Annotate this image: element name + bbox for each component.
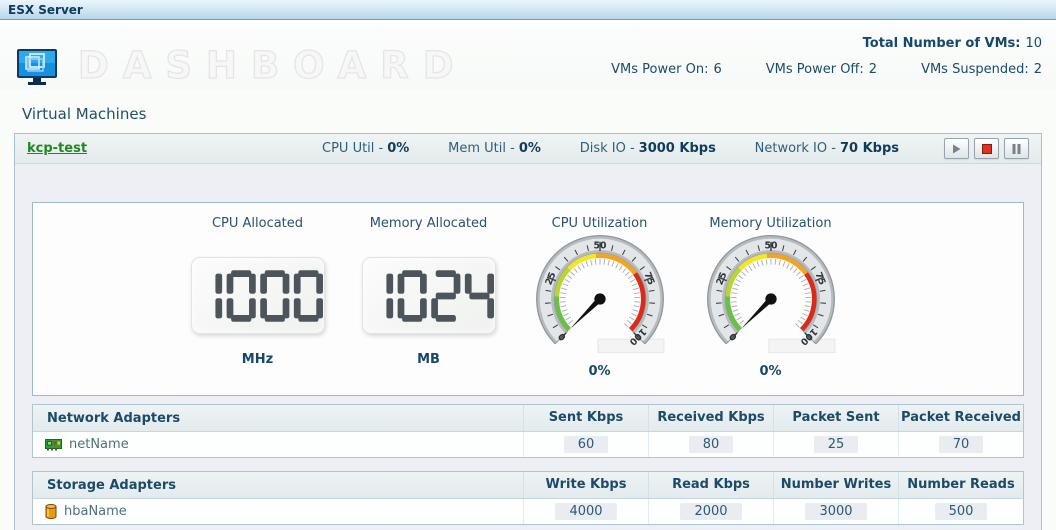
- suspend-button[interactable]: [1004, 138, 1029, 159]
- cpu-allocated-widget: CPU Allocated MHz: [172, 203, 343, 395]
- read-kbps-value: 2000: [680, 503, 741, 520]
- svg-text:50: 50: [593, 240, 606, 251]
- memory-allocated-title: Memory Allocated: [370, 216, 488, 231]
- sent-kbps-value: 60: [564, 436, 609, 453]
- memory-utilization-widget: Memory Utilization 0255075100 0%: [685, 203, 856, 395]
- packet-sent-value: 25: [814, 436, 859, 453]
- vm-header-metrics: CPU Util -0% Mem Util -0% Disk IO -3000 …: [322, 141, 899, 156]
- write-kbps-value: 4000: [555, 503, 616, 520]
- storage-adapter-row: hbaName 4000 2000 3000 500: [33, 499, 1023, 524]
- col-received-kbps: Received Kbps: [648, 405, 773, 431]
- memory-utilization-value: 0%: [759, 364, 781, 379]
- dashboard-header: DASHBOARD Total Number of VMs: 10 VMs Pow…: [0, 20, 1056, 90]
- disk-io-metric: Disk IO -3000 Kbps: [580, 141, 716, 156]
- dashboard-watermark: DASHBOARD: [78, 44, 467, 87]
- col-number-writes: Number Writes: [773, 472, 898, 498]
- network-adapter-name: netName: [69, 437, 129, 452]
- cpu-allocated-lcd: [191, 257, 325, 334]
- memory-utilization-gauge: 0255075100: [703, 233, 839, 369]
- cpu-utilization-title: CPU Utilization: [552, 216, 648, 231]
- packet-received-value: 70: [939, 436, 984, 453]
- vm-panel: kcp-test CPU Util -0% Mem Util -0% Disk …: [14, 133, 1042, 530]
- app-title: ESX Server: [8, 3, 83, 17]
- vm-metrics-panel: CPU Allocated MHz Memory Allocated MB CP…: [32, 202, 1024, 396]
- col-write-kbps: Write Kbps: [523, 472, 648, 498]
- cpu-utilization-value: 0%: [588, 364, 610, 379]
- mem-util-metric: Mem Util -0%: [448, 141, 541, 156]
- number-reads-value: 500: [935, 503, 988, 520]
- cpu-util-metric: CPU Util -0%: [322, 141, 409, 156]
- memory-utilization-title: Memory Utilization: [709, 216, 831, 231]
- network-io-metric: Network IO -70 Kbps: [755, 141, 899, 156]
- network-adapters-title: Network Adapters: [33, 411, 523, 426]
- col-number-reads: Number Reads: [898, 472, 1023, 498]
- stop-icon: [982, 144, 992, 154]
- power-off-button[interactable]: [974, 138, 999, 159]
- window-titlebar: ESX Server: [0, 0, 1056, 20]
- total-vms-value: 10: [1025, 36, 1042, 51]
- memory-allocated-lcd: [362, 257, 496, 334]
- vms-power-on: VMs Power On:6: [611, 62, 722, 77]
- power-on-button[interactable]: [944, 138, 969, 159]
- vm-summary-stats: Total Number of VMs: 10 VMs Power On:6 VM…: [611, 36, 1042, 77]
- svg-text:50: 50: [764, 240, 777, 251]
- cpu-allocated-title: CPU Allocated: [212, 216, 303, 231]
- vm-power-controls: [944, 138, 1029, 159]
- total-vms-label: Total Number of VMs:: [863, 36, 1021, 51]
- vm-panel-body: CPU Allocated MHz Memory Allocated MB CP…: [15, 164, 1041, 530]
- monitor-icon: [16, 48, 58, 90]
- cpu-utilization-gauge: 0255075100: [532, 233, 668, 369]
- network-card-icon: [45, 438, 62, 451]
- col-packet-received: Packet Received: [898, 405, 1023, 431]
- network-adapters-header: Network Adapters Sent Kbps Received Kbps…: [33, 405, 1023, 432]
- storage-adapter-name: hbaName: [64, 504, 127, 519]
- network-adapters-table: Network Adapters Sent Kbps Received Kbps…: [32, 404, 1024, 458]
- storage-cylinder-icon: [45, 504, 57, 519]
- received-kbps-value: 80: [689, 436, 734, 453]
- storage-adapters-table: Storage Adapters Write Kbps Read Kbps Nu…: [32, 471, 1024, 525]
- storage-adapters-header: Storage Adapters Write Kbps Read Kbps Nu…: [33, 472, 1023, 499]
- cpu-utilization-widget: CPU Utilization 0255075100 0%: [514, 203, 685, 395]
- memory-allocated-widget: Memory Allocated MB: [343, 203, 514, 395]
- total-vms: Total Number of VMs: 10: [863, 36, 1042, 51]
- vm-panel-header: kcp-test CPU Util -0% Mem Util -0% Disk …: [15, 134, 1041, 164]
- memory-allocated-unit: MB: [417, 352, 440, 367]
- section-title-virtual-machines: Virtual Machines: [22, 105, 1056, 123]
- col-read-kbps: Read Kbps: [648, 472, 773, 498]
- number-writes-value: 3000: [805, 503, 866, 520]
- vms-power-off: VMs Power Off:2: [766, 62, 877, 77]
- storage-adapters-title: Storage Adapters: [33, 478, 523, 493]
- vm-name-link[interactable]: kcp-test: [27, 141, 87, 156]
- network-adapter-row: netName 60 80 25 70: [33, 432, 1023, 457]
- cpu-allocated-unit: MHz: [242, 352, 273, 367]
- pause-icon: [1012, 144, 1021, 154]
- col-sent-kbps: Sent Kbps: [523, 405, 648, 431]
- vms-suspended: VMs Suspended:2: [921, 62, 1042, 77]
- col-packet-sent: Packet Sent: [773, 405, 898, 431]
- play-icon: [952, 144, 961, 154]
